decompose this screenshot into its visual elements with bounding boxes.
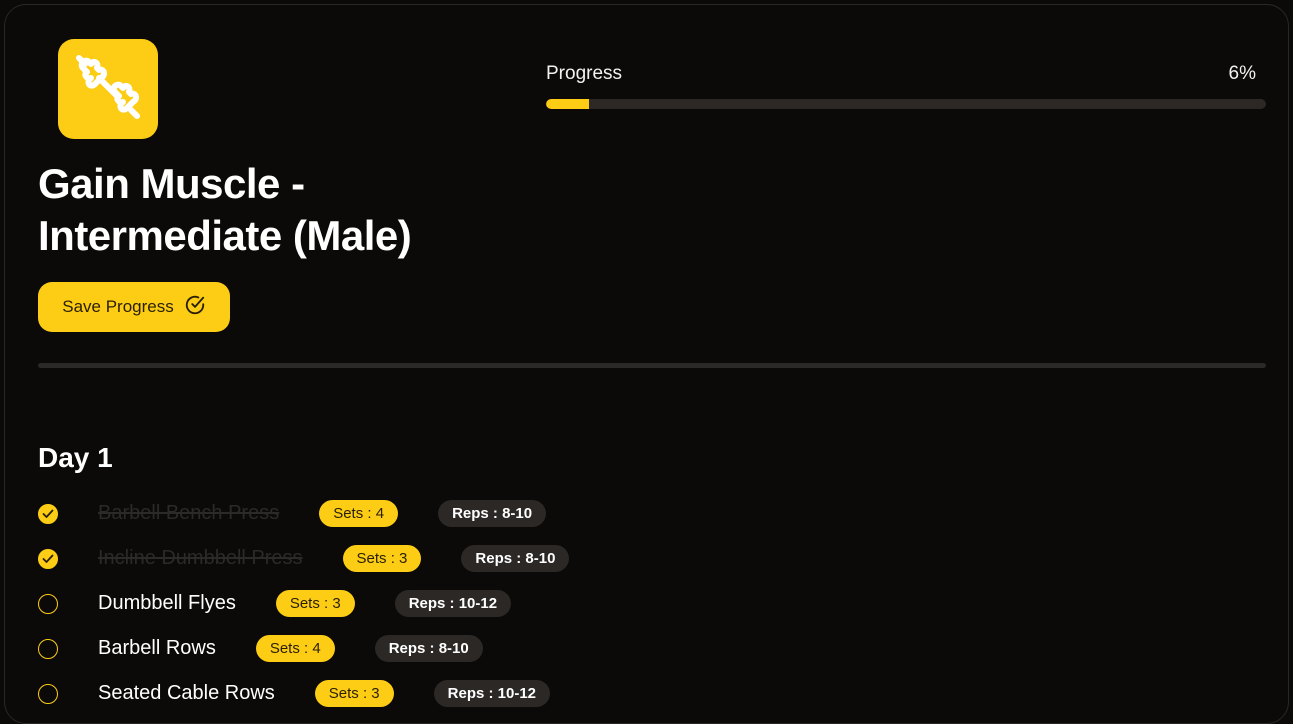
sets-badge: Sets : 3: [342, 545, 422, 572]
day-title: Day 1: [38, 442, 113, 473]
checkmark-icon: [42, 509, 54, 518]
exercise-checkbox[interactable]: [38, 683, 58, 704]
section-divider: [38, 363, 1266, 368]
exercise-checkbox[interactable]: [38, 638, 58, 659]
exercise-list: Barbell Bench Press Sets : 4 Reps : 8-10 In…: [38, 491, 570, 716]
reps-badge: Reps : 8-10: [374, 635, 483, 662]
exercise-checkbox[interactable]: [38, 593, 58, 614]
reps-badge: Reps : 10-12: [433, 680, 551, 707]
progress-label: Progress: [546, 63, 623, 84]
reps-badge: Reps : 8-10: [461, 545, 570, 572]
progress-value: 6%: [1228, 63, 1256, 84]
exercise-row: Barbell Rows Sets : 4 Reps : 8-10: [38, 626, 569, 671]
reps-badge: Reps : 10-12: [394, 590, 512, 617]
program-logo: [58, 39, 158, 139]
exercise-checkbox-checked[interactable]: [38, 503, 58, 524]
program-title: Gain Muscle - Intermediate (Male): [38, 160, 412, 259]
exercise-name: Incline Dumbbell Press: [98, 547, 303, 569]
exercise-name: Barbell Bench Press: [98, 502, 280, 524]
exercise-row: Dumbbell Flyes Sets : 3 Reps : 10-12: [38, 581, 569, 626]
sets-badge: Sets : 3: [275, 590, 355, 617]
exercise-row: Seated Cable Rows Sets : 3 Reps : 10-12: [38, 671, 569, 716]
progress-bar-fill: [546, 99, 590, 109]
exercise-row: Barbell Bench Press Sets : 4 Reps : 8-10: [38, 491, 569, 536]
exercise-name: Dumbbell Flyes: [98, 592, 236, 614]
exercise-name: Seated Cable Rows: [98, 682, 275, 704]
sets-badge: Sets : 4: [255, 635, 335, 662]
program-card: Progress 6% Gain Muscle - Intermediate (…: [4, 4, 1289, 724]
sets-badge: Sets : 4: [319, 500, 399, 527]
dumbbell-icon: [69, 48, 147, 131]
exercise-name: Barbell Rows: [98, 637, 216, 659]
exercise-row: Incline Dumbbell Press Sets : 3 Reps : 8-1…: [38, 536, 570, 581]
save-progress-label: Save Progress: [62, 297, 174, 316]
sets-badge: Sets : 3: [314, 680, 394, 707]
save-progress-button[interactable]: Save Progress: [38, 282, 230, 332]
check-circle-icon: [184, 294, 206, 321]
checkmark-icon: [42, 554, 54, 563]
progress-bar: [546, 99, 1266, 109]
reps-badge: Reps : 8-10: [438, 500, 547, 527]
exercise-checkbox-checked[interactable]: [38, 548, 58, 569]
